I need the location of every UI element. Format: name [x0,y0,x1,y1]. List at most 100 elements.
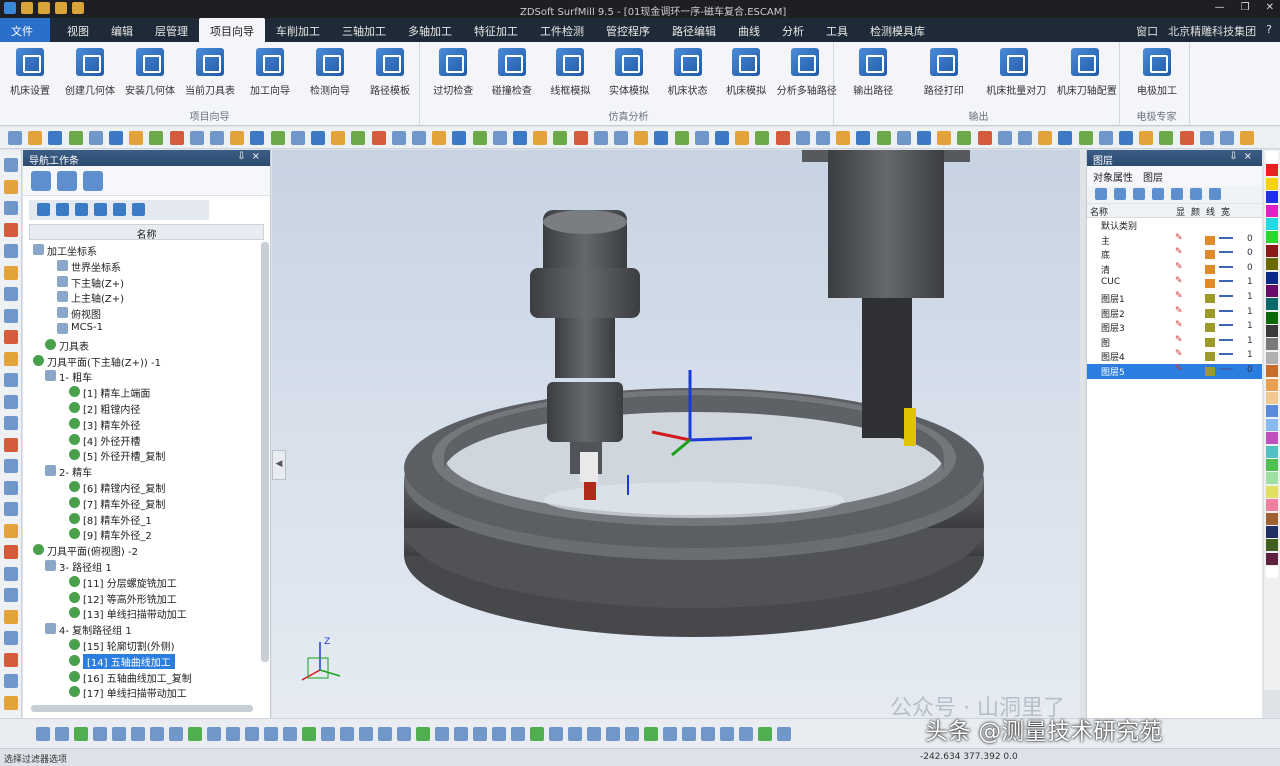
panel-controls[interactable]: ⇩× [237,151,266,162]
toolbar-icon-4[interactable] [88,131,103,145]
menu-item-7[interactable]: 多轴加工 [397,18,463,42]
palette-swatch-23[interactable] [1266,458,1278,471]
layer-row[interactable]: 图层2 ✎ 1 [1087,306,1262,321]
bottom-tool-icon-22[interactable] [454,727,468,741]
layer-row[interactable]: 图 ✎ 1 [1087,335,1262,350]
bottom-tool-icon-8[interactable] [188,727,202,741]
visibility-icon[interactable]: ✎ [1175,247,1183,257]
left-tool-icon-0[interactable] [4,158,18,172]
left-tool-icon-18[interactable] [4,545,18,559]
toolbar-icon-15[interactable] [311,131,325,145]
3d-viewport[interactable]: Z [272,150,1080,718]
toolbar-icon-52[interactable] [1058,131,1073,145]
bottom-tool-icon-11[interactable] [245,727,259,741]
left-tool-icon-17[interactable] [4,523,18,538]
filter-icon[interactable] [1190,188,1202,200]
palette-swatch-24[interactable] [1266,472,1278,485]
left-tool-icon-13[interactable] [4,437,18,452]
toolbar-icon-27[interactable] [553,131,568,145]
bottom-tool-icon-15[interactable] [321,727,335,741]
menu-item-8[interactable]: 特征加工 [463,18,529,42]
tree-node[interactable]: [11] 分层螺旋铣加工 [29,574,259,590]
expand-icon[interactable] [75,203,88,216]
toolbar-icon-45[interactable] [917,131,931,145]
toolbar-icon-28[interactable] [573,131,588,145]
left-tool-icon-9[interactable] [4,351,18,366]
palette-swatch-15[interactable] [1266,351,1278,364]
layer-color-swatch[interactable] [1205,293,1215,303]
toolbar-icon-37[interactable] [755,131,770,145]
bottom-tool-icon-6[interactable] [150,727,164,741]
toolbar-icon-13[interactable] [270,131,285,145]
bottom-tool-icon-31[interactable] [625,727,639,741]
new-file-icon[interactable] [21,2,33,14]
tree-node[interactable]: [16] 五轴曲线加工_复制 [29,669,259,685]
ribbon-button-1-3[interactable]: 实体模拟 [601,46,657,97]
toolbar-icon-55[interactable] [1119,131,1133,145]
layer-row[interactable]: 清 ✎ 0 [1087,262,1262,277]
toolbar-icon-24[interactable] [492,131,507,145]
settings-icon[interactable] [1209,188,1221,200]
left-tool-icon-24[interactable] [4,674,18,688]
left-tool-icon-7[interactable] [4,308,18,323]
left-tool-icon-16[interactable] [4,502,18,516]
toolbar-icon-56[interactable] [1139,131,1154,145]
palette-swatch-28[interactable] [1266,525,1278,538]
palette-swatch-14[interactable] [1266,338,1278,351]
bottom-tool-icon-10[interactable] [226,727,240,741]
layer-color-swatch[interactable] [1205,250,1215,260]
layers-panel-controls[interactable]: ⇩× [1229,151,1258,162]
layer-color-swatch[interactable] [1205,264,1215,274]
palette-swatch-26[interactable] [1266,499,1278,512]
palette-swatch-17[interactable] [1266,378,1278,391]
palette-swatch-8[interactable] [1266,258,1278,271]
toolbar-icon-35[interactable] [715,131,729,145]
visibility-icon[interactable]: ✎ [1175,233,1183,243]
palette-swatch-1[interactable] [1266,164,1278,177]
menu-item-14[interactable]: 工具 [815,18,859,42]
tree-node[interactable]: [5] 外径开槽_复制 [29,447,259,463]
palette-swatch-13[interactable] [1266,325,1278,338]
palette-swatch-6[interactable] [1266,231,1278,244]
bottom-tool-icon-7[interactable] [169,727,183,741]
toolbar-icon-20[interactable] [412,131,426,145]
ribbon-button-2-2[interactable]: 机床批量对刀 [986,46,1046,97]
bottom-tool-icon-30[interactable] [606,727,620,741]
visibility-icon[interactable]: ✎ [1175,262,1183,272]
palette-swatch-0[interactable] [1266,151,1278,163]
ribbon-button-1-6[interactable]: 分析多轴路径 [777,46,837,97]
tree-node[interactable]: [13] 单线扫描带动加工 [29,605,259,621]
toolbar-icon-61[interactable] [1240,131,1255,145]
tree-node[interactable]: [8] 精车外径_1 [29,511,259,527]
bottom-tool-icon-34[interactable] [682,727,696,741]
tab-icon-paths[interactable] [31,171,51,191]
left-tool-icon-22[interactable] [4,631,18,645]
toolbar-icon-16[interactable] [331,131,346,145]
ribbon-button-2-3[interactable]: 机床刀轴配置 [1057,46,1117,97]
tree-node[interactable]: 俯视图 [29,305,259,321]
palette-swatch-5[interactable] [1266,217,1278,230]
layer-linetype[interactable] [1219,294,1233,297]
tree-node[interactable]: 刀具平面(俯视图) -2 [29,542,259,558]
toolbar-icon-50[interactable] [1018,131,1032,145]
bottom-tool-icon-27[interactable] [549,727,563,741]
menu-item-13[interactable]: 分析 [771,18,815,42]
toolbar-icon-36[interactable] [735,131,750,145]
left-tool-icon-15[interactable] [4,480,18,495]
bottom-tool-icon-0[interactable] [36,727,50,741]
toolbar-icon-7[interactable] [149,131,164,145]
toolbar-icon-11[interactable] [230,131,245,145]
visibility-icon[interactable]: ✎ [1175,276,1183,286]
folder-icon[interactable] [72,2,84,14]
ribbon-button-0-2[interactable]: 安装几何体 [122,46,178,97]
toolbar-icon-14[interactable] [290,131,305,145]
toolbar-icon-10[interactable] [210,131,224,145]
ribbon-button-3-0[interactable]: 电极加工 [1129,46,1185,97]
layer-linetype[interactable] [1219,338,1233,341]
layer-row[interactable]: 图层5 ✎ 0 [1087,363,1262,379]
menu-item-0[interactable]: 文件 [0,18,50,42]
ribbon-button-1-2[interactable]: 线框模拟 [542,46,598,97]
layer-row[interactable]: 图层1 ✎ 1 [1087,291,1262,306]
menu-right-item-0[interactable]: 窗口 [1136,23,1158,39]
tree-node[interactable]: 上主轴(Z+) [29,289,259,305]
